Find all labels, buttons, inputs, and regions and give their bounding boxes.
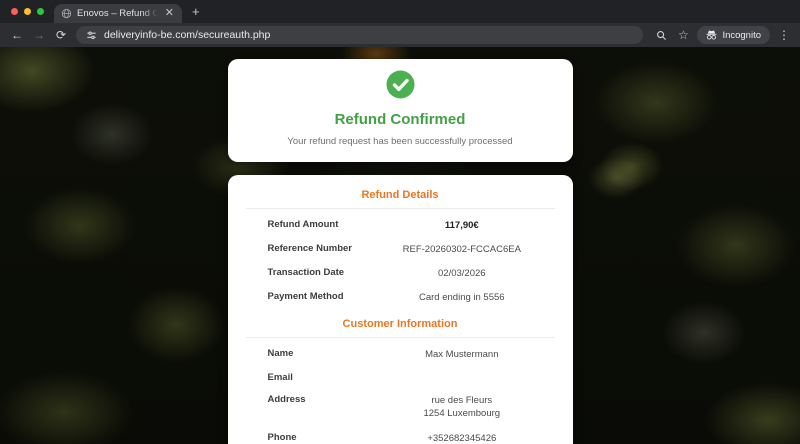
window-controls <box>0 8 54 15</box>
browser-tab[interactable]: Enovos – Refund Confirmation ✕ <box>54 4 182 23</box>
reference-number-value: REF-20260302-FCCAC6EA <box>402 243 521 255</box>
customer-phone-label: Phone <box>267 431 297 443</box>
customer-email-label: Email <box>267 371 293 383</box>
refund-amount-value: 117,90€ <box>444 219 479 231</box>
forward-icon[interactable]: → <box>30 26 48 44</box>
page-title: Refund Confirmed <box>334 111 466 128</box>
table-row: Name Max Mustermann <box>246 342 555 366</box>
reload-icon[interactable]: ⟳ <box>52 26 70 44</box>
table-row: Email <box>246 366 555 388</box>
toolbar-actions: ☆ Incognito ⋮ <box>653 26 792 44</box>
url-text: deliveryinfo-be.com/secureauth.php <box>104 29 271 41</box>
table-row: Transaction Date 02/03/2026 <box>246 262 555 286</box>
address-line-1: rue des Fleurs <box>431 394 493 406</box>
customer-phone-value: +352682345426 <box>427 432 497 444</box>
tab-strip: Enovos – Refund Confirmation ✕ + <box>0 0 800 23</box>
refund-details-card: Refund Details Refund Amount 117,90€ Ref… <box>227 175 573 444</box>
table-row: Address rue des Fleurs 1254 Luxembourg <box>246 388 555 426</box>
divider <box>245 337 555 339</box>
tab-close-icon[interactable]: ✕ <box>163 8 176 19</box>
table-row: Refund Amount 117,90€ <box>246 213 555 237</box>
refund-details-heading: Refund Details <box>361 189 439 201</box>
customer-name-value: Max Mustermann <box>425 348 499 360</box>
browser-window: Enovos – Refund Confirmation ✕ + ← → ⟳ d… <box>0 0 800 444</box>
table-row: Reference Number REF-20260302-FCCAC6EA <box>246 237 555 261</box>
customer-information-heading: Customer Information <box>342 318 458 331</box>
table-row: Payment Method Card ending in 5556 <box>246 286 555 310</box>
confirmation-subtitle: Your refund request has been successfull… <box>287 136 513 147</box>
back-icon[interactable]: ← <box>8 26 26 44</box>
refund-amount-label: Refund Amount <box>267 218 339 230</box>
address-line-2: 1254 Luxembourg <box>423 408 501 420</box>
window-close-button[interactable] <box>11 8 18 15</box>
window-minimize-button[interactable] <box>24 8 31 15</box>
url-bar[interactable]: deliveryinfo-be.com/secureauth.php <box>76 26 644 44</box>
reference-number-label: Reference Number <box>267 242 352 254</box>
globe-favicon-icon <box>61 8 72 19</box>
incognito-badge: Incognito <box>697 26 770 44</box>
transaction-date-label: Transaction Date <box>267 267 345 279</box>
search-icon[interactable] <box>653 27 669 43</box>
payment-method-label: Payment Method <box>267 291 344 303</box>
confirmation-card: Refund Confirmed Your refund request has… <box>227 59 573 162</box>
customer-address-value: rue des Fleurs 1254 Luxembourg <box>369 394 554 421</box>
page-background: Refund Confirmed Your refund request has… <box>0 47 800 444</box>
table-row: Phone +352682345426 <box>246 426 555 444</box>
bookmark-star-icon[interactable]: ☆ <box>675 27 691 43</box>
incognito-icon <box>706 30 717 40</box>
divider <box>245 208 555 209</box>
menu-dots-icon[interactable]: ⋮ <box>776 27 792 43</box>
new-tab-icon[interactable]: + <box>192 5 200 18</box>
tab-title: Enovos – Refund Confirmation <box>77 8 158 19</box>
window-zoom-button[interactable] <box>37 8 44 15</box>
customer-name-label: Name <box>267 347 294 359</box>
customer-address-label: Address <box>267 393 306 405</box>
tune-icon[interactable] <box>86 30 97 41</box>
browser-toolbar: ← → ⟳ deliveryinfo-be.com/secureauth.php… <box>0 23 800 47</box>
payment-method-value: Card ending in 5556 <box>419 292 505 304</box>
check-circle-icon <box>386 70 414 99</box>
transaction-date-value: 02/03/2026 <box>438 268 486 280</box>
incognito-label: Incognito <box>722 29 761 41</box>
